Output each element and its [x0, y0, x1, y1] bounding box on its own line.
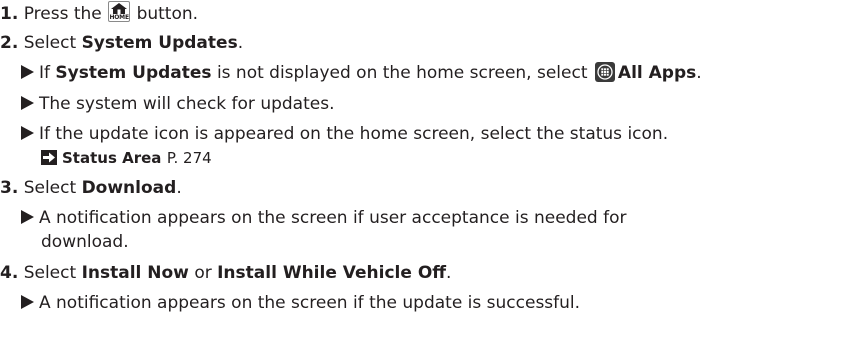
note-3a-continued: download.	[41, 231, 129, 253]
step-1: 1. Press the HOME button.	[0, 1, 199, 24]
step-number: 3.	[0, 178, 19, 198]
bullet-triangle-icon	[21, 295, 34, 309]
bullet-triangle-icon	[21, 210, 34, 224]
step-3: 3. Select Download.	[0, 177, 182, 199]
note-4a: A notification appears on the screen if …	[21, 292, 580, 314]
note-3a: A notification appears on the screen if …	[21, 207, 626, 229]
step-number: 4.	[0, 263, 19, 283]
note-text: A notification appears on the screen if …	[39, 293, 581, 313]
note-text: If the update icon is appeared on the ho…	[39, 124, 669, 144]
cross-reference-page: P. 274	[166, 149, 212, 167]
cross-reference[interactable]: Status Area P. 274	[41, 147, 212, 169]
menu-item-install-now: Install Now	[81, 263, 189, 283]
note-text: The system will check for updates.	[39, 94, 335, 114]
step-number: 1.	[0, 4, 19, 24]
step-text: .	[237, 33, 244, 53]
note-2b: The system will check for updates.	[21, 93, 334, 115]
step-text: Press the	[23, 4, 102, 24]
step-number: 2.	[0, 33, 19, 53]
menu-item-download: Download	[81, 178, 177, 198]
bullet-triangle-icon	[21, 126, 34, 140]
note-text: .	[696, 63, 702, 83]
note-text: A notification appears on the screen if …	[39, 208, 627, 228]
all-apps-icon	[594, 62, 615, 82]
home-icon-label: HOME	[109, 14, 129, 21]
cross-reference-arrow-icon	[41, 150, 57, 165]
note-2c: If the update icon is appeared on the ho…	[21, 123, 668, 145]
menu-item-system-updates: System Updates	[55, 63, 212, 83]
note-text: If	[39, 63, 50, 83]
step-4: 4. Select Install Now or Install While V…	[0, 262, 451, 284]
note-text: download.	[41, 232, 129, 252]
menu-item-system-updates: System Updates	[81, 33, 238, 53]
menu-item-all-apps: All Apps	[617, 63, 697, 83]
bullet-triangle-icon	[21, 96, 34, 110]
cross-reference-link[interactable]: Status Area	[62, 149, 161, 167]
home-icon: HOME	[108, 1, 131, 22]
note-2a: If System Updates is not displayed on th…	[21, 62, 702, 84]
step-2: 2. Select System Updates.	[0, 32, 243, 54]
step-text: Select	[23, 33, 77, 53]
step-text: Select	[23, 263, 77, 283]
bullet-triangle-icon	[21, 65, 34, 79]
step-text: Select	[23, 178, 77, 198]
step-text: button.	[136, 4, 199, 24]
step-text: .	[446, 263, 452, 283]
note-text: is not displayed on the home screen, sel…	[216, 63, 588, 83]
step-text: .	[176, 178, 182, 198]
menu-item-install-while-vehicle-off: Install While Vehicle Off	[217, 263, 447, 283]
step-text: or	[194, 263, 212, 283]
